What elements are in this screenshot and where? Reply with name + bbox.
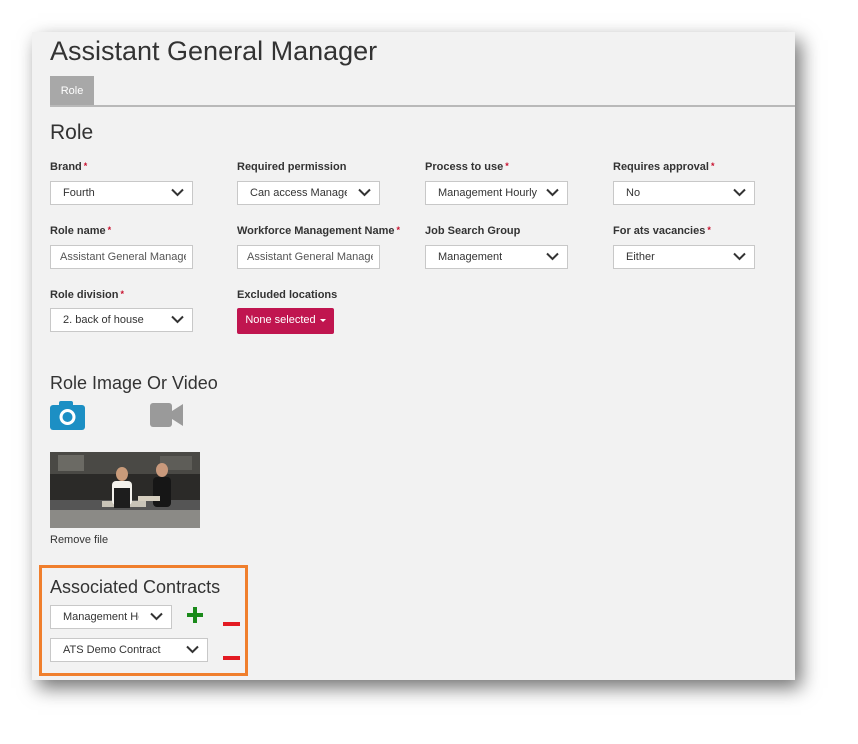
role-division-select[interactable]: 2. back of house [50, 308, 193, 332]
chevron-down-icon [733, 188, 746, 197]
required-permission-select[interactable]: Can access Manage [237, 181, 380, 205]
add-contract-plus-icon[interactable] [187, 607, 203, 628]
chevron-down-icon [171, 315, 184, 324]
job-search-group-label: Job Search Group [425, 225, 521, 237]
excluded-locations-label: Excluded locations [237, 289, 338, 301]
contract-select-2[interactable]: ATS Demo Contract [50, 638, 208, 662]
role-image-thumbnail [50, 452, 200, 528]
role-name-input[interactable]: Assistant General Manage [50, 245, 193, 269]
chevron-down-icon [733, 252, 746, 261]
brand-select[interactable]: Fourth [50, 181, 193, 205]
process-to-use-select[interactable]: Management Hourly [425, 181, 568, 205]
video-camera-icon[interactable] [150, 403, 183, 432]
caret-down-icon [319, 318, 326, 322]
required-permission-label: Required permission [237, 161, 347, 173]
role-editor-panel: Assistant General Manager Role Role Bran… [32, 32, 795, 680]
media-section-title: Role Image Or Video [50, 373, 218, 393]
chevron-down-icon [171, 188, 184, 197]
for-ats-vacancies-label: For ats vacancies * [613, 225, 711, 237]
tab-role[interactable]: Role [50, 76, 94, 106]
tab-divider [50, 105, 795, 107]
requires-approval-label: Requires approval * [613, 161, 715, 173]
requires-approval-select[interactable]: No [613, 181, 755, 205]
excluded-locations-dropdown[interactable]: None selected [237, 308, 334, 334]
remove-file-link[interactable]: Remove file [50, 534, 108, 546]
chevron-down-icon [186, 645, 199, 654]
remove-contract-1-minus-icon[interactable] [223, 613, 240, 631]
chevron-down-icon [546, 252, 559, 261]
page-title: Assistant General Manager [50, 36, 378, 66]
role-section-title: Role [50, 121, 94, 144]
role-name-label: Role name * [50, 225, 112, 237]
for-ats-vacancies-select[interactable]: Either [613, 245, 755, 269]
role-division-label: Role division * [50, 289, 124, 301]
chevron-down-icon [358, 188, 371, 197]
camera-icon[interactable] [50, 400, 85, 435]
brand-label: Brand * [50, 161, 88, 173]
chevron-down-icon [150, 612, 163, 621]
remove-contract-2-minus-icon[interactable] [223, 647, 240, 665]
process-to-use-label: Process to use * [425, 161, 509, 173]
workforce-management-name-input[interactable]: Assistant General Manage [237, 245, 380, 269]
chevron-down-icon [546, 188, 559, 197]
contracts-section-title: Associated Contracts [50, 577, 221, 597]
contract-select-1[interactable]: Management Hc [50, 605, 172, 629]
workforce-management-name-label: Workforce Management Name * [237, 225, 401, 237]
job-search-group-select[interactable]: Management [425, 245, 568, 269]
